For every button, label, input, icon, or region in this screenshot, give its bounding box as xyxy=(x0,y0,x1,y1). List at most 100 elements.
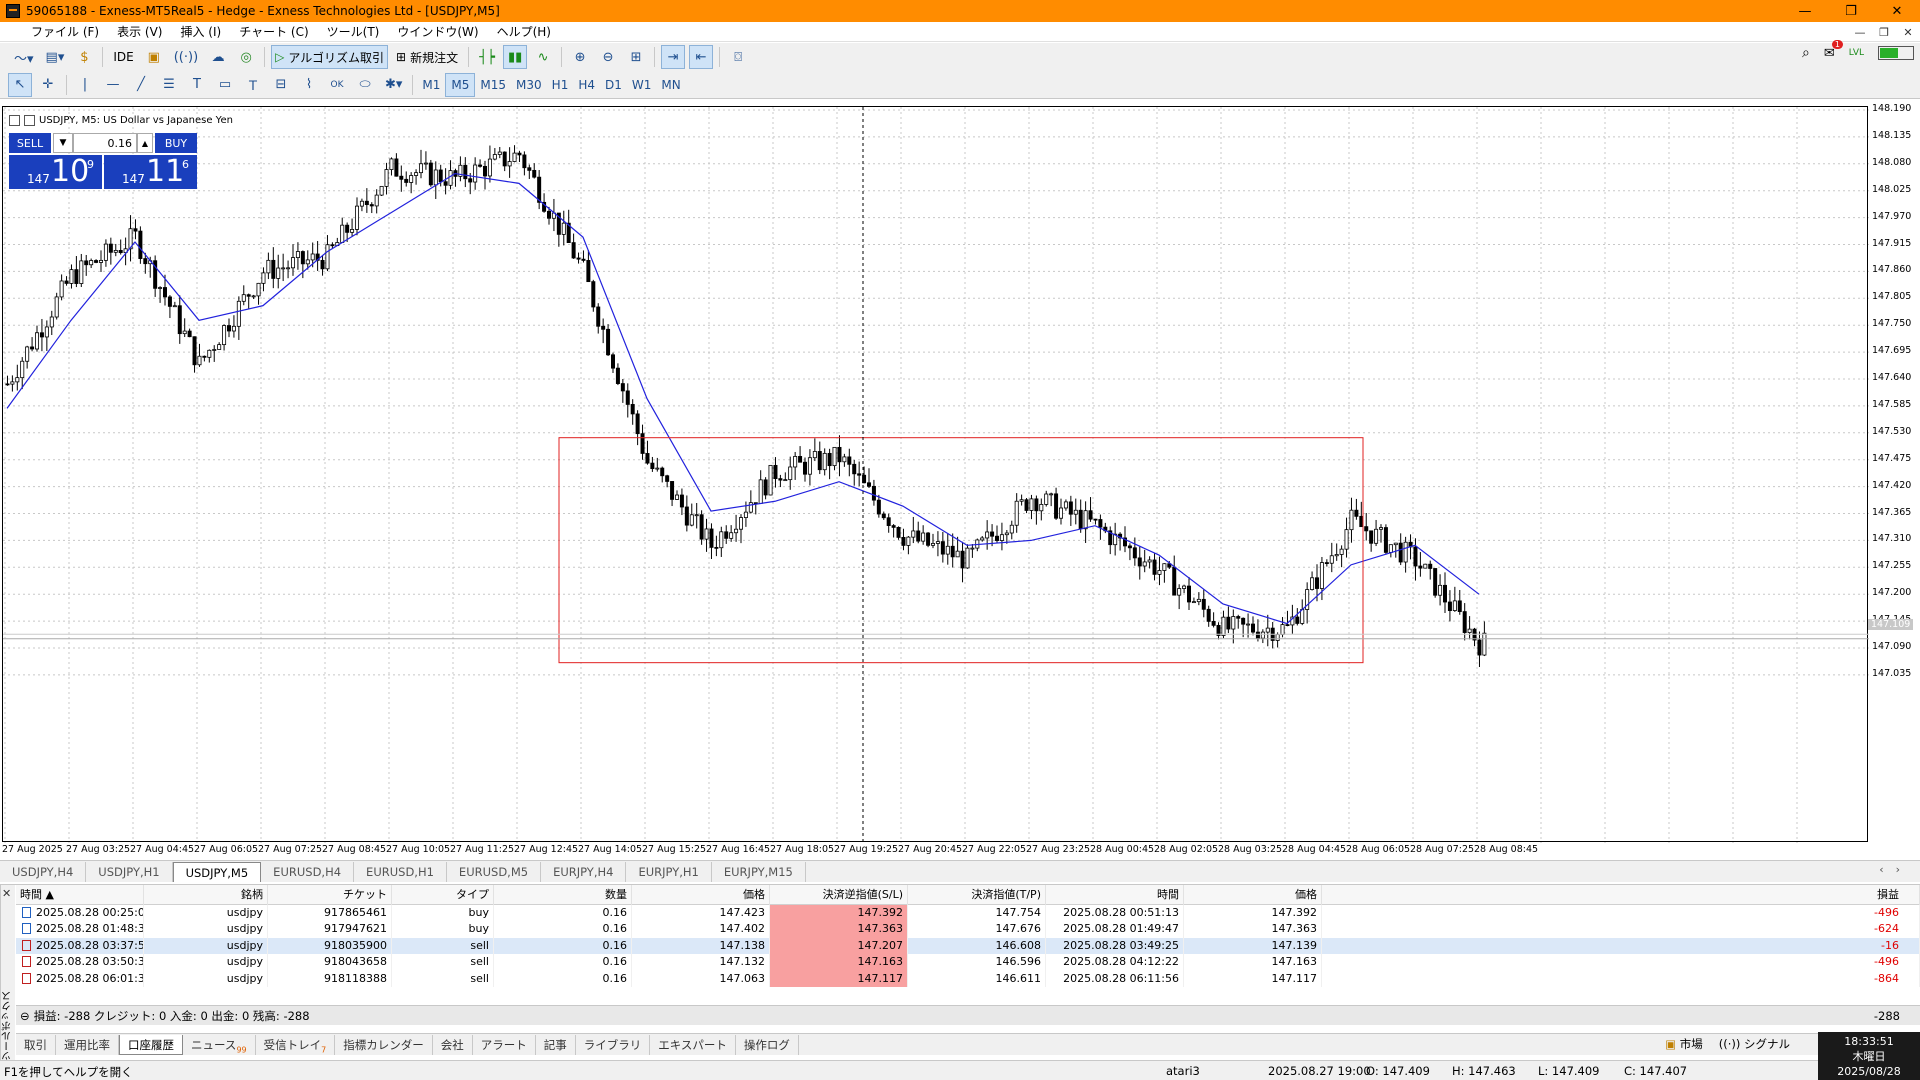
sell-button[interactable]: 147 10 9 xyxy=(9,155,102,189)
shapes-icon[interactable]: ✱▾ xyxy=(381,73,406,97)
col-sl[interactable]: 決済逆指値(S/L) xyxy=(770,885,908,905)
tab-eurusd-h4[interactable]: EURUSD,H4 xyxy=(261,861,355,882)
line-chart-icon[interactable]: ∿ xyxy=(531,45,555,69)
table-row[interactable]: 2025.08.28 01:48:36 usdjpy 917947621 buy 0.1… xyxy=(16,921,1920,938)
chart-menu-icon[interactable] xyxy=(9,115,20,126)
chart-type-small-icon[interactable] xyxy=(24,115,35,126)
chart-templates-icon[interactable]: ▤▾ xyxy=(42,45,69,69)
text-label-icon[interactable]: Ｔ xyxy=(241,73,265,97)
tab-journal[interactable]: 操作ログ xyxy=(736,1034,799,1055)
tab-usdjpy-h1[interactable]: USDJPY,H1 xyxy=(86,861,173,882)
timeframe-d1[interactable]: D1 xyxy=(600,73,627,97)
col-close-price[interactable]: 価格 xyxy=(1184,885,1322,905)
tab-articles[interactable]: 記事 xyxy=(536,1034,576,1055)
timeframe-m1[interactable]: M1 xyxy=(417,73,445,97)
toolbox-close-icon[interactable]: ✕ xyxy=(2,887,11,900)
tab-eurjpy-h1[interactable]: EURJPY,H1 xyxy=(626,861,712,882)
search-icon[interactable]: ⌕ xyxy=(1802,45,1810,61)
time-scale[interactable]: 27 Aug 2025 27 Aug 03:25 27 Aug 04:45 27 Au… xyxy=(2,842,1868,858)
tab-mailbox[interactable]: 受信トレイ7 xyxy=(256,1034,336,1055)
ellipse-icon[interactable]: ⬭ xyxy=(353,73,377,97)
tab-calendar[interactable]: 指標カレンダー xyxy=(335,1034,433,1055)
tab-company[interactable]: 会社 xyxy=(433,1034,473,1055)
col-close-time[interactable]: 時間 xyxy=(1046,885,1184,905)
minimize-button[interactable]: — xyxy=(1782,0,1828,22)
horizontal-line-icon[interactable]: — xyxy=(101,73,125,97)
rectangle-icon[interactable]: ▭ xyxy=(213,73,237,97)
menu-help[interactable]: ヘルプ(H) xyxy=(488,22,560,42)
col-time[interactable]: 時間 ▲ xyxy=(16,885,144,905)
col-symbol[interactable]: 銘柄 xyxy=(144,885,268,905)
cloud-icon[interactable]: ☁ xyxy=(206,45,230,69)
tab-news[interactable]: ニュース99 xyxy=(183,1034,256,1055)
tab-eurjpy-m15[interactable]: EURJPY,M15 xyxy=(712,861,806,882)
vertical-line-icon[interactable]: | xyxy=(73,73,97,97)
timeframe-h1[interactable]: H1 xyxy=(547,73,574,97)
ok-button-icon[interactable]: OK xyxy=(325,73,349,97)
price-chart[interactable] xyxy=(3,107,1869,843)
tab-experts[interactable]: エキスパート xyxy=(650,1034,736,1055)
market-bag-icon[interactable]: ▣ xyxy=(142,45,166,69)
lvl-icon[interactable]: LVL xyxy=(1849,48,1864,58)
status-profile[interactable]: atari3 xyxy=(1166,1064,1200,1078)
timeframe-mn[interactable]: MN xyxy=(656,73,685,97)
tab-history[interactable]: 口座履歴 xyxy=(119,1034,183,1055)
market-button[interactable]: ▣ 市場 xyxy=(1665,1034,1703,1054)
tab-trade[interactable]: 取引 xyxy=(16,1034,56,1055)
maximize-button[interactable]: ❐ xyxy=(1828,0,1874,22)
tab-usdjpy-h4[interactable]: USDJPY,H4 xyxy=(0,861,87,882)
col-type[interactable]: タイプ xyxy=(392,885,494,905)
col-tp[interactable]: 決済指値(T/P) xyxy=(908,885,1046,905)
zoom-in-icon[interactable]: ⊕ xyxy=(568,45,592,69)
close-button[interactable]: ✕ xyxy=(1874,0,1920,22)
new-order-button[interactable]: ⊞ 新規注文 xyxy=(392,45,462,69)
mdi-close-button[interactable]: ✕ xyxy=(1896,22,1920,42)
trendline-icon[interactable]: ╱ xyxy=(129,73,153,97)
timeframe-m15[interactable]: M15 xyxy=(475,73,511,97)
table-row[interactable]: 2025.08.28 03:50:32 usdjpy 918043658 sell 0.… xyxy=(16,954,1920,971)
cursor-icon[interactable]: ↖ xyxy=(8,72,32,97)
candlestick-icon[interactable]: ▮▮ xyxy=(503,45,528,69)
auto-scroll-icon[interactable]: ⇥ xyxy=(661,45,686,69)
buy-button[interactable]: 147 11 6 xyxy=(104,155,197,189)
fibo-icon[interactable]: ⊟ xyxy=(269,73,293,97)
menu-tools[interactable]: ツール(T) xyxy=(318,22,389,42)
collapse-icon[interactable]: ⊖ xyxy=(20,1009,30,1023)
tab-alerts[interactable]: アラート xyxy=(473,1034,536,1055)
lot-up-icon[interactable]: ▲ xyxy=(137,133,153,153)
bar-chart-icon[interactable]: ┤┝ xyxy=(475,45,499,69)
tab-exposure[interactable]: 運用比率 xyxy=(56,1034,119,1055)
chart-shift-icon[interactable]: ⇤ xyxy=(689,45,714,69)
text-icon[interactable]: T xyxy=(185,73,209,97)
timeframe-h4[interactable]: H4 xyxy=(573,73,600,97)
signals-button[interactable]: ((·)) シグナル xyxy=(1719,1034,1790,1054)
menu-chart[interactable]: チャート (C) xyxy=(230,22,317,42)
table-row[interactable]: 2025.08.28 00:25:02 usdjpy 917865461 buy 0.1… xyxy=(16,905,1920,922)
timeframe-w1[interactable]: W1 xyxy=(627,73,657,97)
lot-size-input[interactable]: 0.16 xyxy=(73,133,137,153)
taskbar-clock[interactable]: 18:33:51 木曜日 2025/08/28 xyxy=(1818,1032,1920,1080)
channel-icon[interactable]: ☰ xyxy=(157,73,181,97)
vps-icon[interactable]: ◎ xyxy=(234,45,258,69)
table-row[interactable]: 2025.08.28 06:01:32 usdjpy 918118388 sell 0.… xyxy=(16,970,1920,987)
col-price[interactable]: 価格 xyxy=(632,885,770,905)
tab-library[interactable]: ライブラリ xyxy=(576,1034,651,1055)
col-ticket[interactable]: チケット xyxy=(268,885,392,905)
timeframe-m30[interactable]: M30 xyxy=(511,73,547,97)
screenshot-icon[interactable]: ⌼ xyxy=(726,45,750,69)
mdi-restore-button[interactable]: ❐ xyxy=(1872,22,1896,42)
algo-trading-button[interactable]: ▷ アルゴリズム取引 xyxy=(271,45,389,69)
signals-icon[interactable]: ((·)) xyxy=(170,45,202,69)
col-volume[interactable]: 数量 xyxy=(494,885,632,905)
menu-insert[interactable]: 挿入 (I) xyxy=(171,22,230,42)
ide-button[interactable]: IDE xyxy=(109,45,137,69)
chart-type-icon[interactable]: 〜▾ xyxy=(10,45,38,69)
notifications-icon[interactable]: ✉ 1 xyxy=(1824,39,1843,61)
buy-label[interactable]: BUY xyxy=(155,133,197,153)
menu-file[interactable]: ファイル (F) xyxy=(22,22,108,42)
tab-eurusd-m5[interactable]: EURUSD,M5 xyxy=(447,861,542,882)
sell-label[interactable]: SELL xyxy=(9,133,51,153)
menu-window[interactable]: ウインドウ(W) xyxy=(388,22,487,42)
crosshair-icon[interactable]: ✛ xyxy=(36,73,60,97)
tab-eurjpy-h4[interactable]: EURJPY,H4 xyxy=(541,861,627,882)
